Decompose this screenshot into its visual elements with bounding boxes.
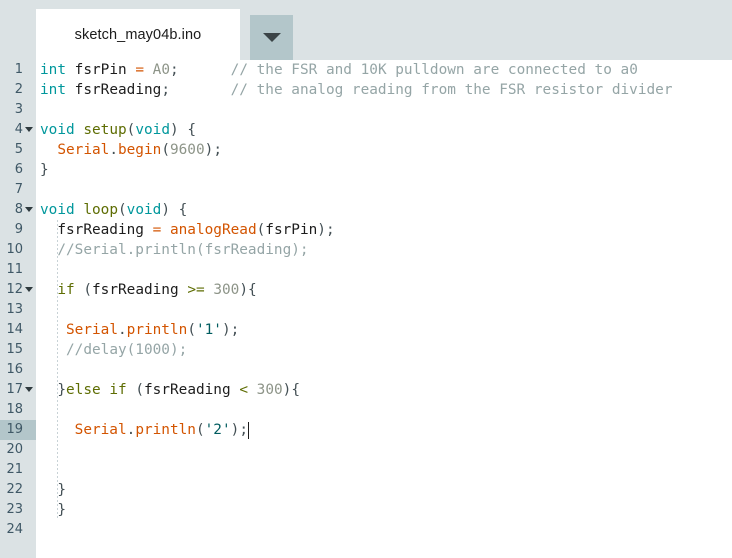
code-line[interactable]: 16 xyxy=(0,360,732,380)
line-number: 13 xyxy=(6,302,23,317)
tab-menu-button[interactable] xyxy=(250,15,293,60)
chevron-down-icon xyxy=(262,33,281,42)
code-fold-toggle-icon[interactable] xyxy=(25,127,33,132)
code-line[interactable]: 15 //delay(1000); xyxy=(0,340,732,360)
code-line[interactable]: 8 void loop(void) { xyxy=(0,200,732,220)
code-line-text: //delay(1000); xyxy=(66,342,188,358)
code-line-text: } xyxy=(57,502,66,518)
code-fold-toggle-icon[interactable] xyxy=(25,387,33,392)
sketch-tab-bar: sketch_may04b.ino xyxy=(0,0,732,60)
line-number: 24 xyxy=(6,522,23,537)
code-line[interactable]: 7 xyxy=(0,180,732,200)
line-number: 15 xyxy=(6,342,23,357)
line-number: 22 xyxy=(6,482,23,497)
code-line[interactable]: 11 xyxy=(0,260,732,280)
line-number: 14 xyxy=(6,322,23,337)
code-line[interactable]: 13 xyxy=(0,300,732,320)
code-line[interactable]: 5 Serial.begin(9600); xyxy=(0,140,732,160)
code-line-text: } xyxy=(57,482,66,498)
line-number: 11 xyxy=(6,262,23,277)
line-number: 7 xyxy=(14,182,23,197)
sketch-tab[interactable]: sketch_may04b.ino xyxy=(36,9,240,60)
line-number: 21 xyxy=(6,462,23,477)
line-number: 23 xyxy=(6,502,23,517)
code-line[interactable]: 12 if (fsrReading >= 300){ xyxy=(0,280,732,300)
line-number: 20 xyxy=(6,442,23,457)
sketch-tab-label: sketch_may04b.ino xyxy=(74,26,202,43)
code-editor[interactable]: 1 int fsrPin = A0; // the FSR and 10K pul… xyxy=(0,60,732,558)
code-line-text: //Serial.println(fsrReading); xyxy=(57,242,309,258)
code-line[interactable]: 1 int fsrPin = A0; // the FSR and 10K pul… xyxy=(0,60,732,80)
line-number: 10 xyxy=(6,242,23,257)
code-fold-toggle-icon[interactable] xyxy=(25,287,33,292)
code-line[interactable]: 2 int fsrReading; // the analog reading f… xyxy=(0,80,732,100)
code-line[interactable]: 9 fsrReading = analogRead(fsrPin); xyxy=(0,220,732,240)
line-number: 18 xyxy=(6,402,23,417)
code-line[interactable]: 20 xyxy=(0,440,732,460)
code-lines[interactable]: 1 int fsrPin = A0; // the FSR and 10K pul… xyxy=(0,60,732,540)
line-number: 3 xyxy=(14,102,23,117)
code-line[interactable]: 4 void setup(void) { xyxy=(0,120,732,140)
code-line-text: Serial.println('2'); xyxy=(74,422,248,438)
code-line-text: Serial.begin(9600); xyxy=(57,142,222,158)
line-number: 6 xyxy=(14,162,23,177)
arduino-ide-editor-window: sketch_may04b.ino 1 int fsrPin = A0; // t… xyxy=(0,0,732,558)
code-line-text: int fsrPin = A0; // the FSR and 10K pull… xyxy=(40,62,638,78)
text-cursor xyxy=(247,422,250,439)
code-line[interactable]: 3 xyxy=(0,100,732,120)
code-line[interactable]: 21 xyxy=(0,460,732,480)
code-line[interactable]: 17 }else if (fsrReading < 300){ xyxy=(0,380,732,400)
code-line-text: void setup(void) { xyxy=(40,122,196,138)
line-number: 2 xyxy=(14,82,23,97)
code-line[interactable]: 24 xyxy=(0,520,732,540)
code-line[interactable]: 14 Serial.println('1'); xyxy=(0,320,732,340)
code-line-text: if (fsrReading >= 300){ xyxy=(57,282,257,298)
line-number: 5 xyxy=(14,142,23,157)
code-line-text: fsrReading = analogRead(fsrPin); xyxy=(57,222,335,238)
code-line-text: void loop(void) { xyxy=(40,202,188,218)
code-line[interactable]: 22 } xyxy=(0,480,732,500)
indent-guide xyxy=(57,220,59,520)
code-line-text: Serial.println('1'); xyxy=(66,322,240,338)
code-line[interactable]: 23 } xyxy=(0,500,732,520)
code-line-text: int fsrReading; // the analog reading fr… xyxy=(40,82,673,98)
code-line-text: } xyxy=(40,162,49,178)
code-line[interactable]: 18 xyxy=(0,400,732,420)
line-number: 1 xyxy=(14,62,23,77)
line-number: 19 xyxy=(0,420,36,440)
code-fold-toggle-icon[interactable] xyxy=(25,207,33,212)
code-line[interactable]: 6} xyxy=(0,160,732,180)
code-line[interactable]: 19 Serial.println('2'); xyxy=(0,420,732,440)
line-number: 9 xyxy=(14,222,23,237)
code-line-text: }else if (fsrReading < 300){ xyxy=(57,382,300,398)
code-line[interactable]: 10 //Serial.println(fsrReading); xyxy=(0,240,732,260)
line-number: 16 xyxy=(6,362,23,377)
